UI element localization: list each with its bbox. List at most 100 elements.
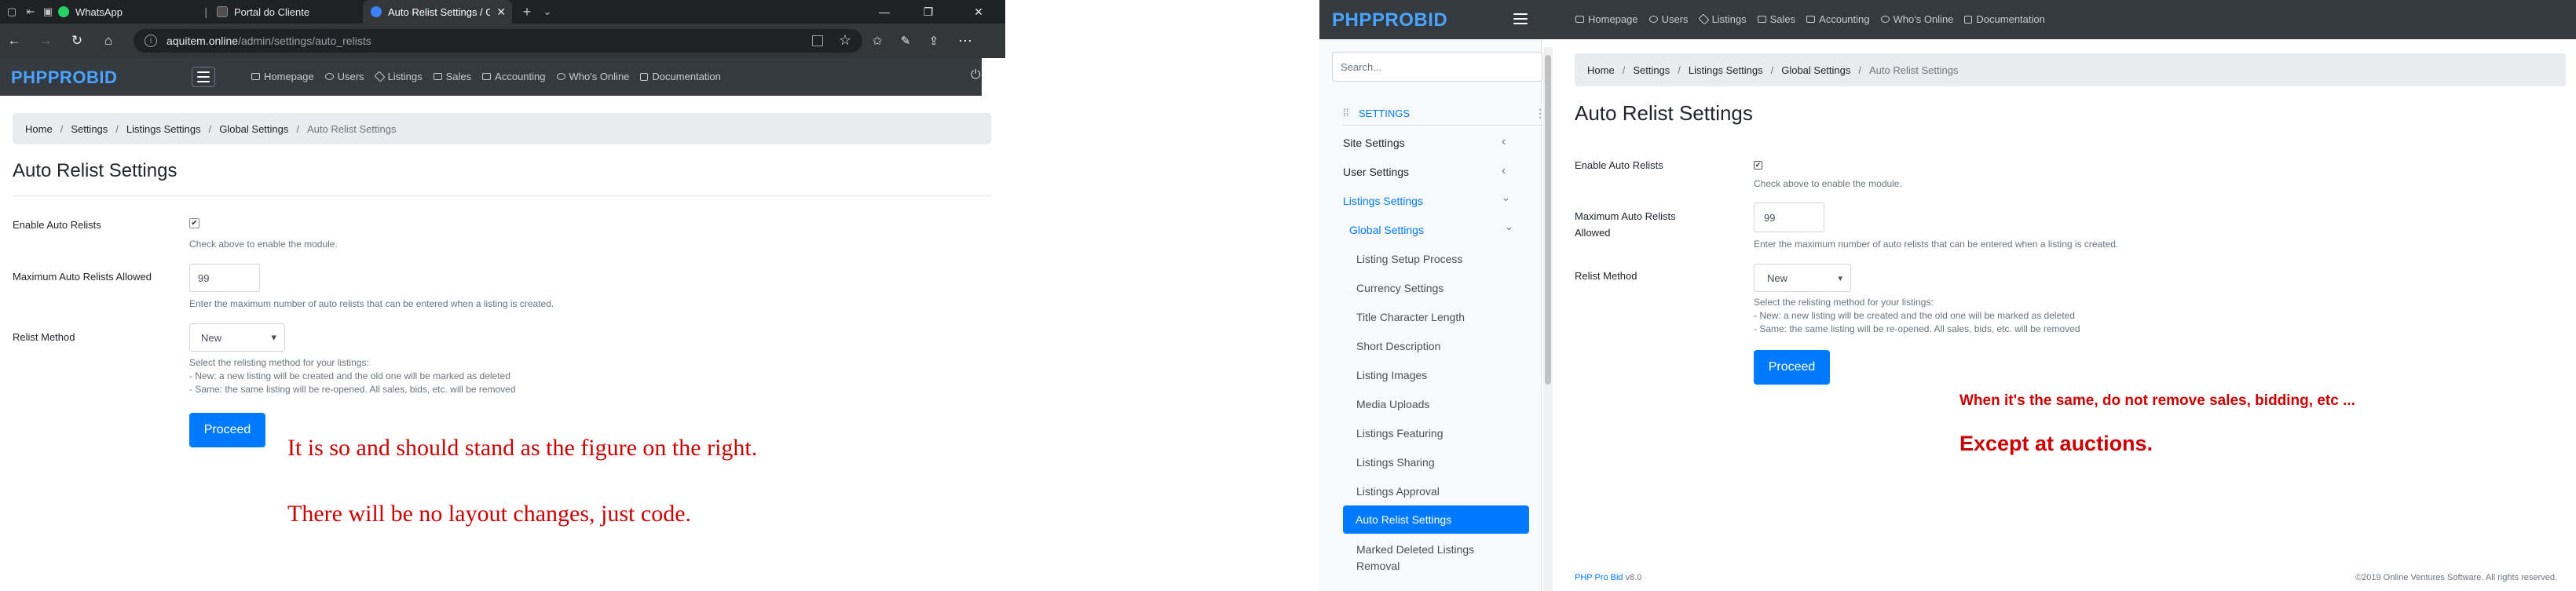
breadcrumb-global-settings[interactable]: Global Settings — [1781, 64, 1850, 76]
sidebar-item-removal[interactable]: Removal — [1356, 560, 1400, 572]
chevron-left-icon: ‹ — [1502, 135, 1506, 148]
sidebar-item-listings-sharing[interactable]: Listings Sharing — [1356, 456, 1435, 469]
logo[interactable]: PHPPROBID — [1332, 9, 1447, 31]
sidebar-item-auto-relist-settings[interactable]: Auto Relist Settings — [1343, 505, 1529, 534]
window-menu-icon[interactable]: ▢ — [5, 5, 19, 19]
breadcrumb-settings[interactable]: Settings — [1633, 64, 1670, 76]
divider — [13, 195, 991, 196]
enable-help-text: Check above to enable the module. — [189, 239, 338, 250]
relist-method-select[interactable]: New ▾ — [189, 323, 285, 352]
nav-users[interactable]: Users — [1648, 13, 1689, 25]
nav-documentation[interactable]: Documentation — [1964, 13, 2045, 25]
chevron-left-icon: ‹ — [1502, 164, 1506, 177]
logo[interactable]: PHPPROBID — [11, 67, 117, 88]
layers-icon — [1697, 13, 1710, 25]
pen-icon[interactable]: ✎ — [897, 33, 914, 49]
tab-list-icon[interactable]: ▣ — [41, 5, 55, 19]
forward-button[interactable]: → — [38, 33, 53, 49]
nav-whos-online[interactable]: Who's Online — [556, 71, 629, 82]
menu-toggle-button[interactable] — [1509, 9, 1531, 29]
reload-button[interactable]: ↻ — [69, 33, 85, 49]
tab-label: Portal do Cliente — [234, 5, 310, 18]
tab-search-icon[interactable]: ⌄ — [540, 5, 554, 19]
nav-homepage[interactable]: Homepage — [1575, 13, 1638, 25]
nav-accounting[interactable]: Accounting — [482, 71, 546, 82]
favorites-icon[interactable]: ✩ — [869, 33, 886, 49]
enable-auto-relists-checkbox[interactable]: ✔ — [189, 218, 199, 228]
chevron-down-icon: ⌄ — [1502, 192, 1510, 203]
breadcrumb-home[interactable]: Home — [1587, 64, 1615, 76]
book-icon — [640, 72, 649, 81]
sidebar-item-listings-settings[interactable]: Listings Settings — [1343, 195, 1423, 207]
menu-toggle-button[interactable] — [192, 67, 215, 87]
share-icon[interactable]: ⇪ — [925, 33, 942, 49]
tab-whatsapp[interactable]: WhatsApp | — [58, 0, 214, 24]
favorite-star-icon[interactable]: ☆ — [839, 32, 851, 49]
more-icon[interactable]: ⋯ — [957, 33, 974, 49]
restore-button[interactable]: ❐ — [911, 0, 946, 24]
drag-handle-icon[interactable]: ⁞⁞ — [1343, 107, 1348, 119]
breadcrumb-global-settings[interactable]: Global Settings — [219, 123, 288, 135]
enable-auto-relists-label: Enable Auto Relists — [13, 219, 101, 231]
annotation-text: Except at auctions. — [1959, 432, 2153, 455]
nav-sales[interactable]: Sales — [433, 71, 471, 82]
site-info-icon[interactable]: i — [145, 35, 157, 47]
footer-link[interactable]: PHP Pro Bid — [1575, 573, 1623, 582]
sidebar-item-currency-settings[interactable]: Currency Settings — [1356, 282, 1444, 294]
sidebar-search-input[interactable]: Search... — [1332, 52, 1542, 82]
app-header: PHPPROBID Homepage Users Listings Sales … — [1319, 0, 2576, 39]
sidebar-item-listing-setup-process[interactable]: Listing Setup Process — [1356, 253, 1462, 265]
nav-listings[interactable]: Listings — [1697, 13, 1747, 25]
relist-method-select[interactable]: New ▾ — [1754, 264, 1851, 292]
briefcase-icon — [1757, 16, 1766, 23]
sidebar-item-media-uploads[interactable]: Media Uploads — [1356, 398, 1429, 410]
breadcrumb-settings[interactable]: Settings — [71, 123, 108, 135]
sidebar-item-user-settings[interactable]: User Settings — [1343, 166, 1409, 178]
sidebar-item-site-settings[interactable]: Site Settings — [1343, 137, 1405, 149]
sidebar-item-listing-images[interactable]: Listing Images — [1356, 369, 1427, 381]
nav-sales[interactable]: Sales — [1757, 13, 1795, 25]
breadcrumb-listings-settings[interactable]: Listings Settings — [126, 123, 201, 135]
sidebar-item-global-settings[interactable]: Global Settings — [1349, 224, 1424, 236]
power-icon[interactable]: ⏻ — [971, 68, 981, 82]
sidebar-item-title-character-length[interactable]: Title Character Length — [1356, 311, 1465, 323]
new-tab-button[interactable]: + — [520, 4, 534, 20]
annotation-text: It is so and should stand as the figure … — [287, 435, 758, 461]
reader-view-icon[interactable] — [812, 35, 823, 46]
max-help-text: Enter the maximum number of auto relists… — [189, 298, 554, 309]
proceed-button[interactable]: Proceed — [189, 413, 265, 447]
home-button[interactable]: ⌂ — [101, 33, 116, 49]
url-text: aquitem.online/admin/settings/auto_relis… — [166, 35, 371, 47]
max-auto-relists-input[interactable]: 99 — [1754, 202, 1824, 232]
chevron-down-icon: ⌄ — [1505, 221, 1513, 232]
sidebar-item-marked-deleted-listings[interactable]: Marked Deleted Listings — [1356, 543, 1474, 556]
proceed-button[interactable]: Proceed — [1754, 350, 1830, 385]
breadcrumb-home[interactable]: Home — [25, 123, 53, 135]
sidebar-item-listings-featuring[interactable]: Listings Featuring — [1356, 427, 1444, 440]
back-button[interactable]: ← — [6, 33, 22, 49]
enable-auto-relists-checkbox[interactable]: ✔ — [1754, 161, 1762, 170]
top-nav: Homepage Users Listings Sales Accounting… — [251, 71, 732, 82]
nav-homepage[interactable]: Homepage — [251, 71, 314, 82]
breadcrumb-listings-settings[interactable]: Listings Settings — [1689, 64, 1763, 76]
monitor-icon — [251, 73, 260, 80]
tab-portal-cliente[interactable]: Portal do Cliente — [217, 0, 361, 24]
max-auto-relists-input[interactable]: 99 — [189, 264, 260, 292]
sidebar-settings-title: SETTINGS — [1359, 108, 1411, 119]
tab-actions-icon[interactable]: ⇤ — [24, 5, 38, 19]
whatsapp-icon — [58, 6, 69, 17]
nav-users[interactable]: Users — [324, 71, 364, 82]
sidebar-scrollbar-thumb[interactable] — [1545, 55, 1551, 385]
nav-listings[interactable]: Listings — [373, 71, 423, 82]
sidebar-item-short-description[interactable]: Short Description — [1356, 340, 1440, 352]
nav-documentation[interactable]: Documentation — [640, 71, 721, 82]
close-window-button[interactable]: ✕ — [961, 0, 996, 24]
tab-auto-relist[interactable]: Auto Relist Settings / Gl ✕ — [363, 0, 512, 24]
online-icon — [556, 73, 565, 80]
nav-whos-online[interactable]: Who's Online — [1880, 13, 1953, 25]
nav-accounting[interactable]: Accounting — [1806, 13, 1870, 25]
url-bar[interactable]: i aquitem.online/admin/settings/auto_rel… — [134, 29, 862, 53]
sidebar-item-listings-approval[interactable]: Listings Approval — [1356, 485, 1440, 498]
close-tab-icon[interactable]: ✕ — [496, 5, 506, 19]
minimize-button[interactable]: — — [867, 0, 902, 24]
